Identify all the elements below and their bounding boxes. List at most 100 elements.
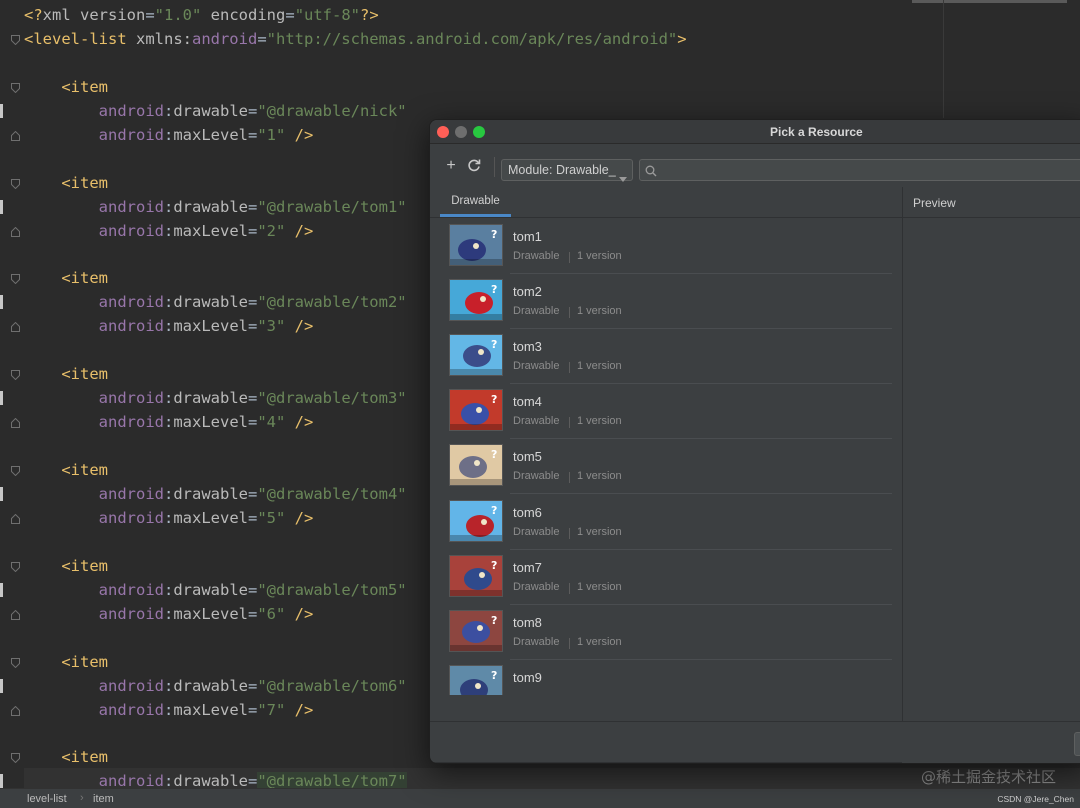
change-marker	[0, 295, 3, 310]
meta-divider	[569, 307, 570, 319]
fold-icon[interactable]	[11, 753, 20, 764]
code-token: :	[163, 508, 174, 527]
resource-item-tom9[interactable]: ? tom9	[440, 660, 892, 695]
fold-end-icon[interactable]	[11, 226, 20, 237]
close-window-button[interactable]	[437, 126, 449, 138]
code-line[interactable]: android:drawable="@drawable/tom4"	[24, 482, 407, 506]
resource-list-panel: Drawable ? tom1 Drawable 1 version? tom2 Draw…	[430, 187, 902, 763]
search-input[interactable]	[662, 161, 1080, 179]
horizontal-scrollbar[interactable]	[912, 0, 1067, 3]
resource-name: tom4	[513, 394, 542, 410]
code-token: android	[24, 676, 164, 695]
code-line[interactable]: android:drawable="@drawable/tom1"	[24, 195, 407, 219]
code-line[interactable]: android:drawable="@drawable/tom5"	[24, 578, 407, 602]
code-line[interactable]: android:drawable="@drawable/tom3"	[24, 386, 407, 410]
change-marker	[0, 582, 3, 597]
code-line[interactable]: android:maxLevel="1" />	[24, 123, 314, 147]
resource-thumbnail: ?	[449, 664, 503, 695]
search-field[interactable]	[639, 159, 1080, 181]
code-token: "@drawable/tom4"	[257, 485, 407, 503]
code-line[interactable]: <level-list xmlns:android="http://schema…	[24, 27, 687, 51]
code-token: :	[163, 197, 174, 216]
change-marker	[0, 678, 3, 693]
ok-button[interactable]	[1074, 732, 1080, 756]
code-line[interactable]: android:maxLevel="3" />	[24, 314, 314, 338]
code-line[interactable]: <item	[24, 266, 108, 290]
code-line[interactable]: <item	[24, 554, 108, 578]
code-line[interactable]: android:maxLevel="4" />	[24, 410, 314, 434]
resource-item-tom3[interactable]: ? tom3 Drawable 1 version	[440, 329, 892, 385]
code-line[interactable]: android:maxLevel="7" />	[24, 698, 314, 722]
add-resource-button[interactable]: +	[443, 158, 459, 174]
code-token: drawable	[173, 293, 248, 312]
fold-icon[interactable]	[11, 34, 20, 45]
fold-icon[interactable]	[11, 178, 20, 189]
code-token: <item	[24, 77, 108, 96]
fold-end-icon[interactable]	[11, 609, 20, 620]
fold-icon[interactable]	[11, 82, 20, 93]
code-token: android	[24, 317, 164, 336]
fold-end-icon[interactable]	[11, 513, 20, 524]
code-token: "6"	[257, 604, 286, 623]
code-line[interactable]: android:drawable="@drawable/nick"	[24, 99, 407, 123]
fold-icon[interactable]	[11, 370, 20, 381]
code-token: android	[24, 485, 164, 503]
code-token: drawable	[173, 101, 248, 120]
resource-item-tom2[interactable]: ? tom2 Drawable 1 version	[440, 274, 892, 330]
breadcrumb-level-list[interactable]: level-list	[27, 793, 67, 805]
code-line[interactable]: android:maxLevel="2" />	[24, 219, 314, 243]
code-line[interactable]: <item	[24, 458, 108, 482]
code-token: android	[24, 604, 164, 623]
resource-item-tom5[interactable]: ? tom5 Drawable 1 version	[440, 439, 892, 495]
resource-item-tom4[interactable]: ? tom4 Drawable 1 version	[440, 384, 892, 440]
resource-item-tom6[interactable]: ? tom6 Drawable 1 version	[440, 495, 892, 550]
code-line[interactable]: android:maxLevel="5" />	[24, 506, 314, 530]
code-line[interactable]: <item	[24, 362, 108, 386]
resource-item-tom8[interactable]: ? tom8 Drawable 1 version	[440, 605, 892, 660]
code-token: android	[24, 508, 164, 527]
fold-icon[interactable]	[11, 274, 20, 285]
credit-text: CSDN @Jere_Chen	[997, 794, 1074, 804]
refresh-icon[interactable]	[466, 158, 482, 174]
code-line[interactable]: <item	[24, 75, 108, 99]
code-line[interactable]: android:drawable="@drawable/tom6"	[24, 674, 407, 698]
resource-list[interactable]: ? tom1 Drawable 1 version? tom2 Drawable 1 ver…	[430, 219, 902, 695]
code-line[interactable]: <item	[24, 171, 108, 195]
code-line[interactable]: <item	[24, 650, 108, 674]
code-token: =	[247, 604, 258, 623]
fold-icon[interactable]	[11, 466, 20, 477]
tab-drawable[interactable]: Drawable	[440, 187, 511, 217]
code-token: :	[163, 101, 174, 120]
svg-text:?: ?	[491, 614, 497, 627]
code-line[interactable]: android:maxLevel="6" />	[24, 602, 314, 626]
code-token: android	[24, 221, 164, 240]
code-token: =	[257, 29, 267, 48]
code-token: drawable	[173, 485, 248, 503]
code-token: />	[285, 317, 314, 336]
code-token: =	[247, 197, 258, 216]
fold-end-icon[interactable]	[11, 130, 20, 141]
code-token: android	[24, 125, 164, 144]
code-token: android	[24, 580, 164, 599]
code-line[interactable]: <item	[24, 745, 108, 769]
fold-end-icon[interactable]	[11, 322, 20, 333]
breadcrumb-item[interactable]: item	[93, 793, 114, 805]
code-line[interactable]: <?xml version="1.0" encoding="utf-8"?>	[24, 3, 379, 27]
fold-end-icon[interactable]	[11, 705, 20, 716]
minimize-window-button[interactable]	[455, 126, 467, 138]
code-token: "1.0"	[154, 6, 202, 24]
resource-version-count: 1 version	[577, 250, 622, 262]
code-token: "@drawable/tom3"	[257, 389, 407, 408]
resource-item-tom1[interactable]: ? tom1 Drawable 1 version	[440, 219, 892, 274]
code-token: "@drawable/tom6"	[257, 676, 407, 695]
resource-name: tom6	[513, 504, 542, 520]
fold-icon[interactable]	[11, 561, 20, 572]
dialog-titlebar[interactable]: Pick a Resource	[430, 120, 1080, 144]
maximize-window-button[interactable]	[473, 126, 485, 138]
resource-item-tom7[interactable]: ? tom7 Drawable 1 version	[440, 550, 892, 605]
code-token: android	[24, 197, 164, 216]
module-dropdown[interactable]: Module: Drawable_	[501, 159, 633, 182]
code-line[interactable]: android:drawable="@drawable/tom2"	[24, 290, 407, 314]
fold-icon[interactable]	[11, 657, 20, 668]
fold-end-icon[interactable]	[11, 418, 20, 429]
